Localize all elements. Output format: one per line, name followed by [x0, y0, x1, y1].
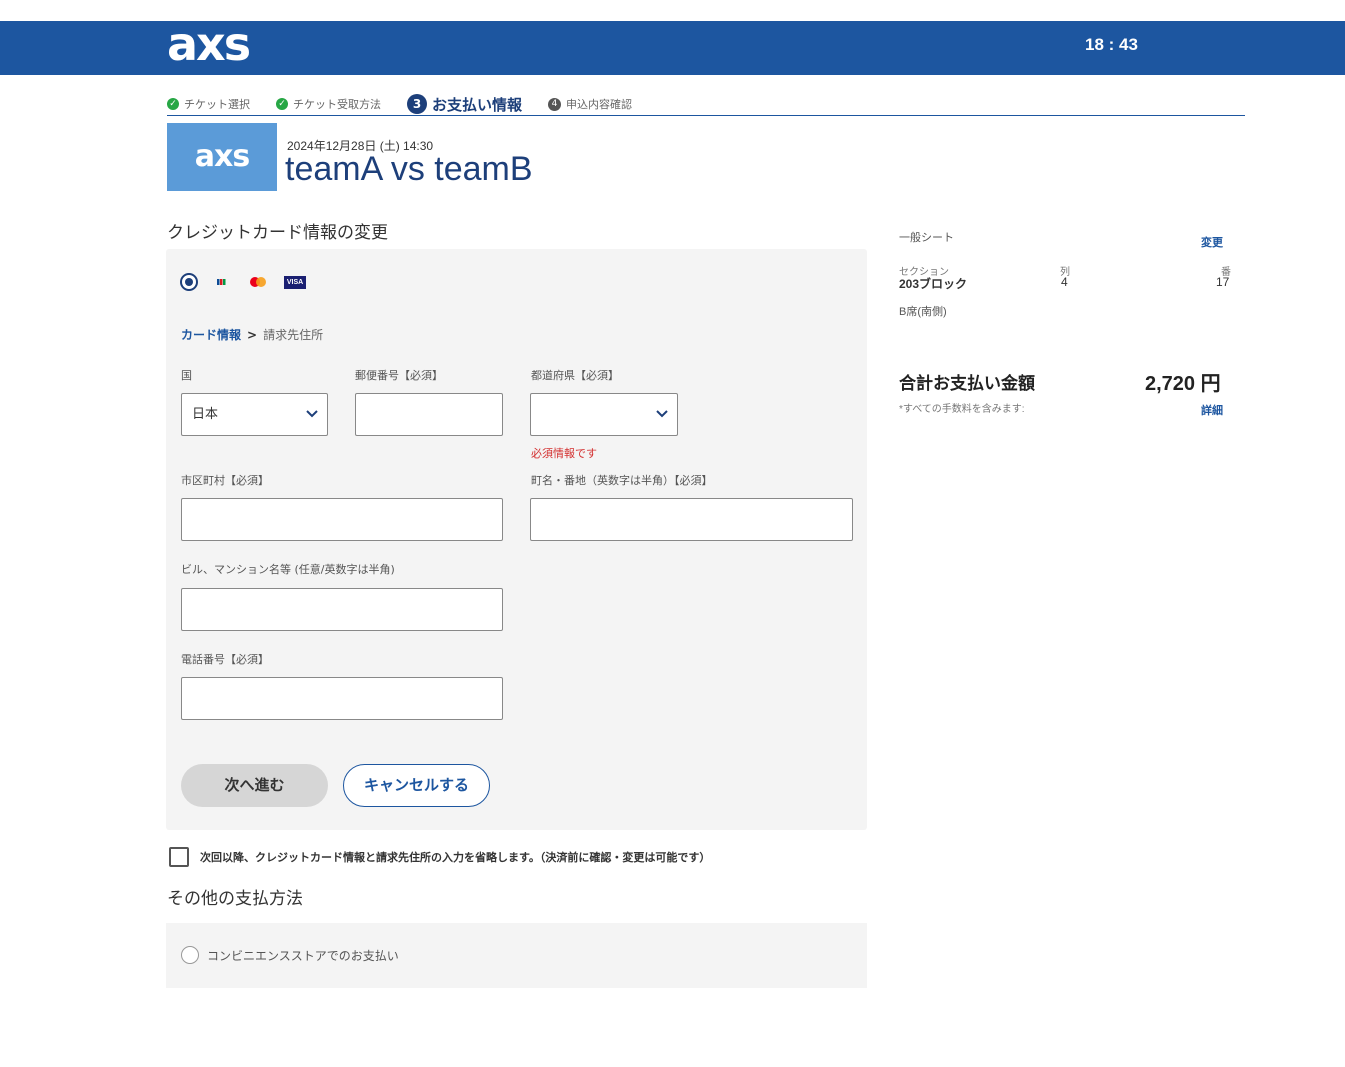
row-value: 4	[1061, 275, 1068, 289]
chevron-down-icon	[656, 410, 668, 418]
phone-input[interactable]	[181, 677, 503, 720]
step-confirm: 4 申込内容確認	[548, 96, 632, 112]
step-number-badge: 4	[548, 97, 562, 111]
save-card-label: 次回以降、クレジットカード情報と請求先住所の入力を省略します。（決済前に確認・変…	[200, 851, 711, 864]
fee-note: *すべての手数料を含みます:	[899, 404, 1025, 415]
detail-link[interactable]: 詳細	[1201, 402, 1223, 418]
card-section-title: クレジットカード情報の変更	[167, 223, 388, 243]
prefecture-error: 必須情報です	[531, 447, 597, 460]
seat-number-value: 17	[1216, 275, 1230, 289]
step-payment-info: 3 お支払い情報	[407, 94, 522, 115]
phone-label: 電話番号【必須】	[181, 653, 269, 666]
prefecture-label: 都道府県【必須】	[531, 369, 619, 382]
other-payment-title: その他の支払方法	[167, 889, 303, 909]
postal-code-input[interactable]	[355, 393, 503, 436]
progress-steps: ✓ チケット選択 ✓ チケット受取方法 3 お支払い情報 4 申込内容確認	[167, 93, 1245, 116]
convenience-store-label: コンビニエンスストアでのお支払い	[207, 949, 399, 963]
seat-area: B席(南側)	[899, 306, 947, 318]
total-label: 合計お支払い金額	[899, 374, 1035, 393]
building-label: ビル、マンション名等 (任意/英数字は半角)	[181, 563, 395, 576]
step-ticket-select: ✓ チケット選択	[167, 96, 250, 112]
country-select[interactable]: 日本	[181, 393, 328, 436]
step-label: お支払い情報	[432, 95, 523, 114]
step-label: チケット選択	[184, 98, 250, 111]
check-icon: ✓	[276, 98, 288, 110]
jcb-icon	[217, 279, 226, 285]
countdown-timer: 18 : 43	[1085, 35, 1138, 54]
mastercard-icon	[250, 277, 266, 287]
credit-card-radio[interactable]	[180, 273, 198, 291]
breadcrumb-billing-address: 請求先住所	[263, 328, 324, 342]
event-logo: axs	[167, 123, 277, 191]
visa-icon: VISA	[284, 276, 306, 289]
step-number-badge: 3	[407, 94, 427, 114]
city-input[interactable]	[181, 498, 503, 541]
street-label: 町名・番地（英数字は半角）【必須】	[531, 474, 713, 487]
chevron-right-icon: >	[247, 328, 258, 342]
check-icon: ✓	[167, 98, 179, 110]
postal-label: 郵便番号【必須】	[355, 369, 443, 382]
section-value: 203ブロック	[899, 277, 968, 291]
next-button[interactable]: 次へ進む	[181, 764, 328, 807]
convenience-store-radio[interactable]	[181, 946, 199, 964]
building-input[interactable]	[181, 588, 503, 631]
step-label: チケット受取方法	[293, 98, 381, 111]
cancel-button[interactable]: キャンセルする	[343, 764, 490, 807]
step-ticket-receive: ✓ チケット受取方法	[276, 96, 381, 112]
change-link[interactable]: 変更	[1201, 234, 1223, 250]
city-label: 市区町村【必須】	[181, 474, 269, 487]
breadcrumb: カード情報 > 請求先住所	[181, 326, 323, 343]
country-label: 国	[181, 369, 192, 382]
save-card-checkbox[interactable]	[169, 847, 189, 867]
country-value: 日本	[192, 407, 219, 422]
seat-type: 一般シート	[899, 232, 954, 244]
event-title: teamA vs teamB	[285, 150, 533, 188]
axs-logo[interactable]: axs	[167, 21, 251, 75]
total-amount: 2,720 円	[1145, 373, 1221, 395]
chevron-down-icon	[306, 410, 318, 418]
top-header: axs 18 : 43	[0, 21, 1345, 75]
prefecture-select[interactable]	[530, 393, 678, 436]
step-label: 申込内容確認	[566, 98, 633, 111]
street-input[interactable]	[530, 498, 853, 541]
breadcrumb-card-info[interactable]: カード情報	[181, 328, 241, 342]
